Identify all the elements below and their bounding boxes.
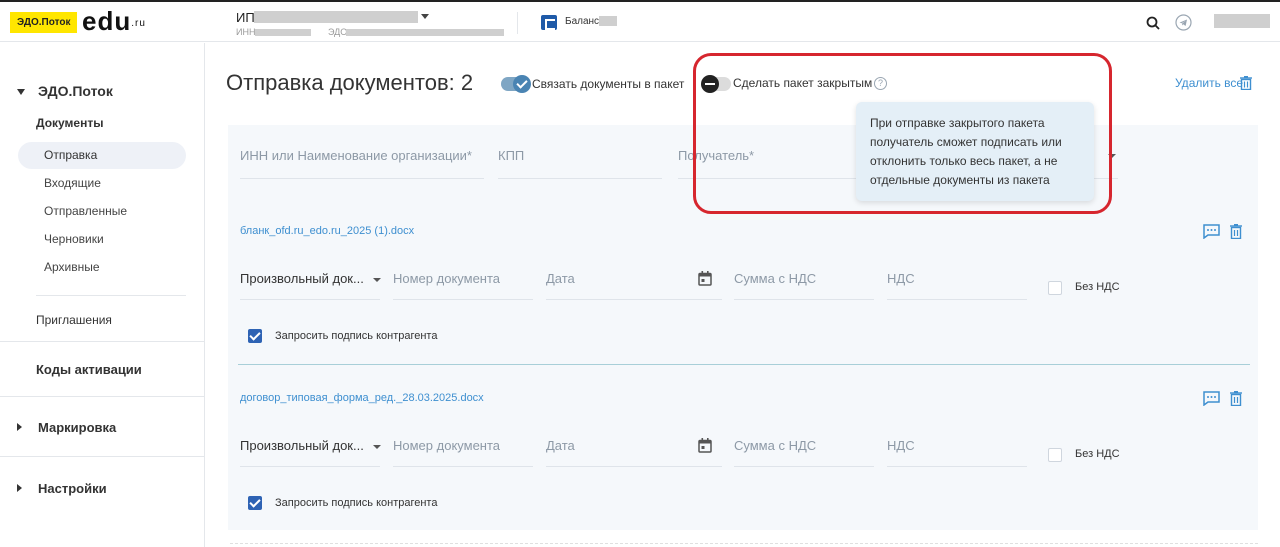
inn-or-org-input[interactable]: ИНН или Наименование организации*: [240, 148, 472, 163]
comment-icon[interactable]: [1203, 224, 1220, 239]
no-vat-checkbox[interactable]: [1048, 448, 1062, 462]
logo-badge[interactable]: ЭДО.Поток: [10, 12, 78, 33]
wallet-icon: [541, 15, 557, 30]
input-underline: [393, 299, 533, 300]
logo-edu[interactable]: edu.ru: [82, 8, 146, 47]
org-name-redacted[interactable]: [254, 11, 418, 23]
sidebar-documents-heading: Документы: [36, 116, 104, 130]
sidebar: ЭДО.Поток Документы Отправка Входящие От…: [0, 43, 205, 547]
chevron-down-icon[interactable]: [373, 445, 381, 449]
input-underline: [240, 178, 484, 179]
input-underline: [546, 466, 722, 467]
no-vat-label[interactable]: Без НДС: [1075, 448, 1120, 460]
comment-icon[interactable]: [1203, 391, 1220, 406]
trash-icon[interactable]: [1230, 391, 1242, 406]
sidebar-section-edo[interactable]: ЭДО.Поток: [38, 83, 113, 99]
input-underline: [887, 299, 1027, 300]
no-vat-checkbox[interactable]: [1048, 281, 1062, 295]
input-underline: [240, 299, 380, 300]
user-name-redacted[interactable]: [1214, 14, 1270, 28]
top-header: ЭДО.Поток edu.ru ИП ИНН ЭДО: Баланс: [0, 0, 1280, 42]
document-type-select[interactable]: Произвольный док...: [240, 271, 364, 286]
input-underline: [734, 466, 874, 467]
document-date-input[interactable]: Дата: [546, 438, 575, 453]
sidebar-section-settings[interactable]: Настройки: [38, 481, 107, 496]
vat-input[interactable]: НДС: [887, 438, 915, 453]
sidebar-item-invitations[interactable]: Приглашения: [36, 313, 112, 327]
input-underline: [393, 466, 533, 467]
chevron-right-icon[interactable]: [17, 484, 22, 492]
document-file-link[interactable]: бланк_ofd.ru_edo.ru_2025 (1).docx: [240, 225, 414, 237]
sidebar-item-drafts[interactable]: Черновики: [18, 226, 186, 253]
page-title: Отправка документов: 2: [226, 70, 474, 95]
sidebar-item-sent[interactable]: Отправленные: [18, 198, 186, 225]
balance-value-redacted: [599, 16, 617, 26]
no-vat-label[interactable]: Без НДС: [1075, 281, 1120, 293]
trash-icon[interactable]: [1230, 224, 1242, 239]
sum-with-vat-input[interactable]: Сумма с НДС: [734, 271, 816, 286]
link-documents-label[interactable]: Связать документы в пакет: [532, 77, 684, 91]
sidebar-divider: [0, 396, 205, 397]
document-type-select[interactable]: Произвольный док...: [240, 438, 364, 453]
sum-with-vat-input[interactable]: Сумма с НДС: [734, 438, 816, 453]
delete-all-link[interactable]: Удалить все: [1175, 76, 1243, 90]
request-signature-checkbox[interactable]: [248, 329, 262, 343]
document-separator: [238, 364, 1250, 365]
vat-input[interactable]: НДС: [887, 271, 915, 286]
kpp-input[interactable]: КПП: [498, 148, 524, 163]
input-underline: [498, 178, 662, 179]
request-signature-label[interactable]: Запросить подпись контрагента: [275, 330, 437, 342]
sidebar-item-incoming[interactable]: Входящие: [18, 170, 186, 197]
document-number-input[interactable]: Номер документа: [393, 271, 500, 286]
sidebar-divider: [36, 295, 186, 296]
link-documents-toggle[interactable]: [501, 75, 531, 93]
header-divider: [517, 12, 518, 34]
balance-label[interactable]: Баланс: [565, 16, 599, 27]
telegram-icon[interactable]: [1175, 14, 1192, 31]
search-icon[interactable]: [1146, 16, 1160, 30]
toggle-knob: [513, 75, 531, 93]
chevron-right-icon[interactable]: [17, 423, 22, 431]
chevron-down-icon[interactable]: [17, 89, 25, 95]
org-type[interactable]: ИП: [236, 10, 255, 25]
panel-bottom-border: [230, 543, 1258, 544]
sidebar-divider: [0, 341, 205, 342]
calendar-icon[interactable]: [698, 438, 712, 453]
document-date-input[interactable]: Дата: [546, 271, 575, 286]
edo-id-redacted: [346, 29, 504, 36]
request-signature-label[interactable]: Запросить подпись контрагента: [275, 497, 437, 509]
document-number-input[interactable]: Номер документа: [393, 438, 500, 453]
chevron-down-icon[interactable]: [373, 278, 381, 282]
calendar-icon[interactable]: [698, 271, 712, 286]
sidebar-divider: [0, 456, 205, 457]
input-underline: [546, 299, 722, 300]
sidebar-section-activation-codes[interactable]: Коды активации: [36, 362, 142, 377]
sidebar-item-archive[interactable]: Архивные: [18, 254, 186, 281]
input-underline: [240, 466, 380, 467]
document-file-link[interactable]: договор_типовая_форма_ред._28.03.2025.do…: [240, 392, 484, 404]
sidebar-item-send[interactable]: Отправка: [18, 142, 186, 169]
inn-value-redacted: [255, 29, 311, 36]
input-underline: [887, 466, 1027, 467]
inn-label: ИНН: [236, 27, 256, 37]
trash-icon[interactable]: [1240, 76, 1252, 90]
request-signature-checkbox[interactable]: [248, 496, 262, 510]
chevron-down-icon[interactable]: [421, 14, 429, 19]
input-underline: [734, 299, 874, 300]
sidebar-section-marking[interactable]: Маркировка: [38, 420, 116, 435]
annotation-highlight: [693, 53, 1112, 214]
